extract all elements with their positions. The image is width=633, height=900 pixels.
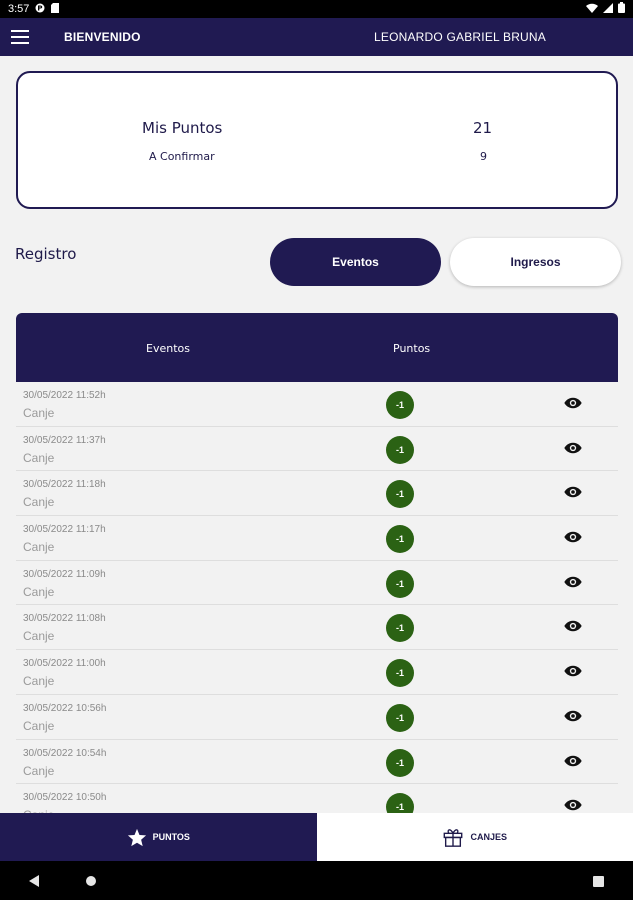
points-card: Mis Puntos 21 A Confirmar 9 — [16, 71, 618, 209]
table-row: 30/05/2022 11:17h Canje -1 — [16, 516, 618, 561]
view-icon[interactable] — [564, 664, 582, 678]
view-icon[interactable] — [564, 709, 582, 723]
nav-canjes-label: CANJES — [470, 832, 507, 842]
points-badge: -1 — [386, 480, 414, 509]
view-icon[interactable] — [564, 754, 582, 768]
svg-text:P: P — [38, 4, 43, 12]
nav-canjes[interactable]: CANJES — [316, 813, 633, 861]
points-value: 21 — [473, 119, 493, 137]
row-type: Canje — [23, 763, 55, 778]
points-badge: -1 — [386, 748, 414, 777]
user-name: LEONARDO GABRIEL BRUNA — [374, 30, 546, 44]
app-bar: BIENVENIDO LEONARDO GABRIEL BRUNA — [0, 18, 633, 56]
row-type: Canje — [23, 450, 55, 465]
points-badge: -1 — [386, 391, 414, 419]
star-icon — [127, 828, 146, 846]
wifi-icon — [586, 3, 598, 16]
home-icon[interactable] — [86, 876, 96, 886]
app-title: BIENVENIDO — [64, 30, 141, 44]
points-badge: -1 — [386, 703, 414, 732]
tab-eventos[interactable]: Eventos — [270, 238, 441, 286]
view-icon[interactable] — [564, 619, 582, 633]
table-row: 30/05/2022 11:09h Canje -1 — [16, 560, 618, 606]
hamburger-icon — [11, 30, 29, 44]
points-badge: -1 — [386, 569, 414, 598]
table-row: 30/05/2022 11:00h Canje -1 — [16, 650, 618, 695]
notification-icon: P — [35, 3, 45, 16]
points-badge: -1 — [386, 435, 414, 464]
table-row: 30/05/2022 10:54h Canje -1 — [16, 739, 618, 785]
recents-icon[interactable] — [593, 876, 604, 887]
back-icon[interactable] — [29, 875, 39, 887]
pending-label: A Confirmar — [149, 150, 215, 163]
status-time: 3:57 — [8, 3, 30, 15]
row-date: 30/05/2022 11:09h — [23, 568, 106, 580]
nav-puntos[interactable]: PUNTOS — [0, 813, 317, 861]
table-header: Eventos Puntos — [16, 313, 618, 382]
row-type: Canje — [23, 406, 55, 420]
bottom-nav: PUNTOS CANJES — [0, 813, 633, 861]
view-icon[interactable] — [564, 396, 582, 410]
row-date: 30/05/2022 10:54h — [23, 747, 107, 759]
points-badge: -1 — [386, 525, 414, 554]
system-nav-bar — [0, 861, 633, 900]
status-left: 3:57 P — [8, 2, 60, 16]
view-icon[interactable] — [564, 575, 582, 589]
table-row: 30/05/2022 11:37h Canje -1 — [16, 426, 618, 472]
status-right — [586, 2, 625, 16]
view-icon[interactable] — [564, 485, 582, 499]
signal-icon — [603, 2, 613, 16]
row-type: Canje — [23, 718, 55, 733]
points-badge: -1 — [386, 793, 414, 813]
row-type: Canje — [23, 584, 55, 599]
row-type: Canje — [23, 495, 55, 510]
nav-puntos-label: PUNTOS — [152, 832, 190, 842]
row-type: Canje — [23, 540, 55, 555]
row-type: Canje — [23, 629, 55, 644]
pending-value: 9 — [480, 150, 487, 163]
table-body: 30/05/2022 11:52h Canje -1 30/05/2022 11:37… — [16, 382, 618, 813]
points-label: Mis Puntos — [142, 119, 223, 137]
view-icon[interactable] — [564, 441, 582, 455]
events-table: Eventos Puntos 30/05/2022 11:52h Canje -1 3… — [16, 313, 618, 813]
row-date: 30/05/2022 11:17h — [23, 524, 106, 536]
row-date: 30/05/2022 11:08h — [23, 613, 106, 625]
table-row: 30/05/2022 11:08h Canje -1 — [16, 605, 618, 651]
points-badge: -1 — [386, 659, 414, 688]
view-icon[interactable] — [564, 530, 582, 544]
row-date: 30/05/2022 11:52h — [23, 390, 106, 401]
column-header-puntos: Puntos — [393, 342, 431, 355]
table-row: 30/05/2022 10:56h Canje -1 — [16, 694, 618, 740]
registro-title: Registro — [15, 245, 77, 263]
row-date: 30/05/2022 11:18h — [23, 479, 106, 491]
row-date: 30/05/2022 10:50h — [23, 792, 107, 804]
gift-icon — [444, 829, 463, 847]
column-header-eventos: Eventos — [146, 342, 190, 355]
table-row: 30/05/2022 10:50hCanje-1 — [16, 784, 618, 813]
status-bar: 3:57 P — [0, 0, 633, 18]
view-icon[interactable] — [564, 798, 582, 812]
table-row: 30/05/2022 11:52h Canje -1 — [16, 382, 618, 427]
table-row: 30/05/2022 11:18h Canje -1 — [16, 471, 618, 517]
points-badge: -1 — [386, 614, 414, 643]
battery-icon — [618, 2, 625, 16]
row-date: 30/05/2022 10:56h — [23, 702, 107, 714]
row-date: 30/05/2022 11:00h — [23, 658, 106, 670]
menu-button[interactable] — [0, 18, 40, 56]
tab-ingresos[interactable]: Ingresos — [450, 238, 621, 286]
row-type: Canje — [23, 674, 55, 689]
row-date: 30/05/2022 11:37h — [23, 434, 106, 446]
sd-card-icon — [51, 2, 60, 16]
